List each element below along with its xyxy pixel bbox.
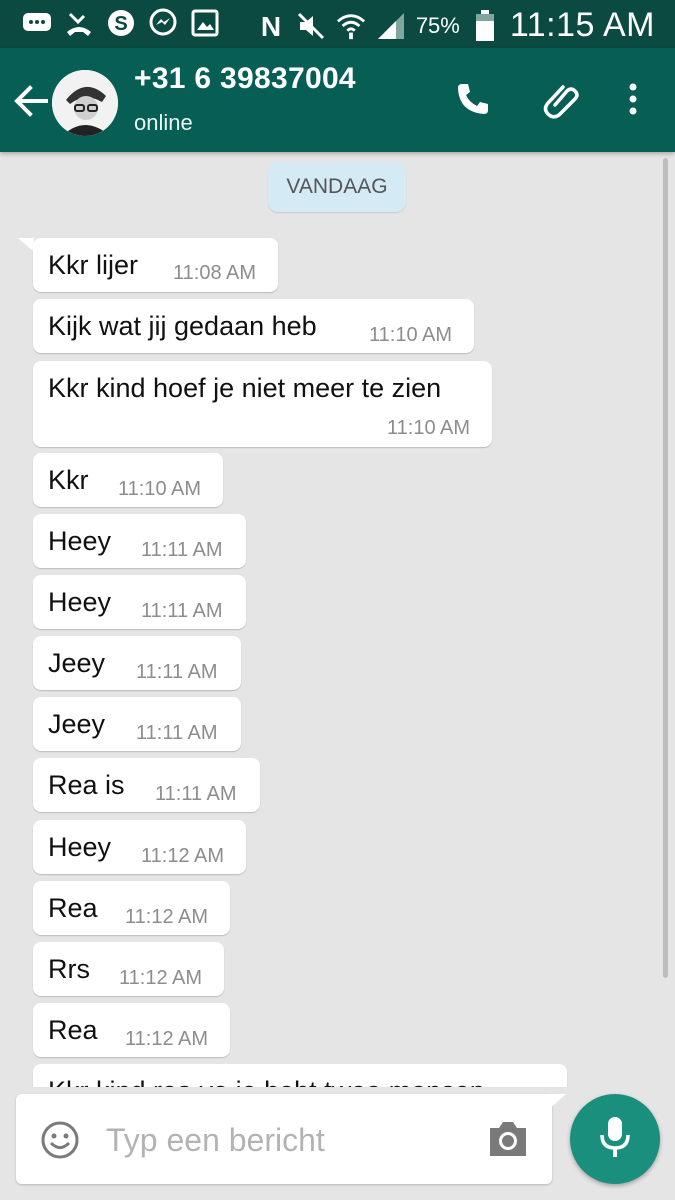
gallery-icon [190, 8, 220, 38]
messenger-icon [148, 8, 178, 38]
message-text: Kkr [48, 465, 89, 495]
contact-name[interactable]: +31 6 39837004 [134, 62, 356, 96]
emoji-icon[interactable] [40, 1120, 80, 1160]
signal-icon [376, 11, 406, 41]
message-time: 11:11 AM [141, 600, 223, 622]
composer-tail [548, 1094, 566, 1110]
message-time: 11:12 AM [119, 967, 203, 989]
message-time: 11:10 AM [118, 478, 202, 500]
notification-icons: S [22, 8, 220, 38]
message-bubble[interactable]: Heey 11:11 AM [33, 575, 246, 629]
message-text: Kkr kind hoef je niet meer te zien [48, 373, 442, 403]
message-time: 11:12 AM [125, 906, 209, 928]
skype-icon: S [106, 8, 136, 38]
message-bubble[interactable]: Kkr lijer 11:08 AM [33, 238, 278, 292]
message-text: Heey [48, 526, 112, 556]
nfc-icon: N [256, 11, 286, 41]
message-bubble[interactable]: Kkr kind hoef je niet meer te zien 11:10… [33, 361, 492, 447]
message-text: Jeey [48, 648, 106, 678]
message-text: Jeey [48, 709, 106, 739]
message-bubble[interactable]: Heey 11:11 AM [33, 514, 246, 568]
message-icon [22, 8, 52, 38]
system-indicators: N 75% 11:15 AM [256, 6, 655, 45]
message-text: Rea [48, 893, 98, 923]
attach-icon[interactable] [540, 78, 582, 120]
wifi-icon [336, 11, 366, 41]
svg-text:S: S [114, 13, 127, 35]
call-icon[interactable] [452, 78, 494, 120]
message-text: Heey [48, 832, 112, 862]
message-time: 11:11 AM [136, 661, 218, 683]
bubble-tail [18, 238, 34, 252]
camera-icon[interactable] [486, 1120, 530, 1158]
message-text: Kkr kind rea ye je hebt twee mensen [48, 1076, 485, 1087]
clock: 11:15 AM [509, 6, 655, 44]
message-time: 11:11 AM [155, 783, 237, 805]
back-arrow-icon[interactable] [12, 82, 50, 120]
message-text: Kkr lijer [48, 250, 139, 280]
battery-percent: 75% [415, 12, 460, 38]
message-bubble[interactable]: Heey 11:12 AM [33, 820, 246, 874]
message-bubble[interactable]: Rea 11:12 AM [33, 881, 230, 935]
message-text: Rrs [48, 954, 90, 984]
message-input[interactable]: Typ een bericht [106, 1122, 325, 1159]
message-bubble[interactable]: Jeey 11:11 AM [33, 636, 241, 690]
message-bubble[interactable]: Kkr 11:10 AM [33, 453, 223, 507]
message-bubble[interactable]: Rea is 11:11 AM [33, 758, 260, 812]
message-time: 11:12 AM [125, 1028, 209, 1050]
message-time: 11:11 AM [141, 539, 223, 561]
avatar[interactable] [52, 70, 118, 136]
mic-button[interactable] [570, 1094, 660, 1184]
chat-header: +31 6 39837004 online [0, 48, 675, 152]
message-time: 11:08 AM [173, 262, 257, 284]
message-bubble[interactable]: Rea 11:12 AM [33, 1003, 230, 1057]
message-bubble[interactable]: Kijk wat jij gedaan heb 11:10 AM [33, 299, 474, 353]
contact-status: online [134, 110, 193, 135]
message-time: 11:10 AM [387, 417, 471, 439]
message-bubble[interactable]: Jeey 11:11 AM [33, 697, 241, 751]
message-bubble[interactable]: Rrs 11:12 AM [33, 942, 224, 996]
message-text: Heey [48, 587, 112, 617]
message-text: Rea [48, 1015, 98, 1045]
message-bubble[interactable]: Kkr kind rea ye je hebt twee mensen [33, 1064, 567, 1087]
status-bar: S N 75% 11:15 AM [0, 0, 675, 48]
date-label: VANDAAG [268, 162, 406, 212]
message-composer: Typ een bericht [16, 1094, 552, 1184]
mute-icon [296, 11, 326, 41]
message-list[interactable]: VANDAAG Kkr lijer 11:08 AM Kijk wat jij … [0, 152, 675, 1087]
message-text: Rea is [48, 770, 125, 800]
message-text: Kijk wat jij gedaan heb [48, 311, 317, 341]
missed-call-icon [64, 8, 94, 38]
svg-text:N: N [261, 11, 281, 41]
message-time: 11:11 AM [136, 722, 218, 744]
battery-icon [470, 9, 500, 41]
more-icon[interactable] [612, 78, 654, 120]
microphone-icon [598, 1115, 632, 1164]
message-time: 11:10 AM [369, 324, 453, 346]
message-time: 11:12 AM [141, 845, 225, 867]
scrollbar[interactable] [663, 158, 668, 978]
